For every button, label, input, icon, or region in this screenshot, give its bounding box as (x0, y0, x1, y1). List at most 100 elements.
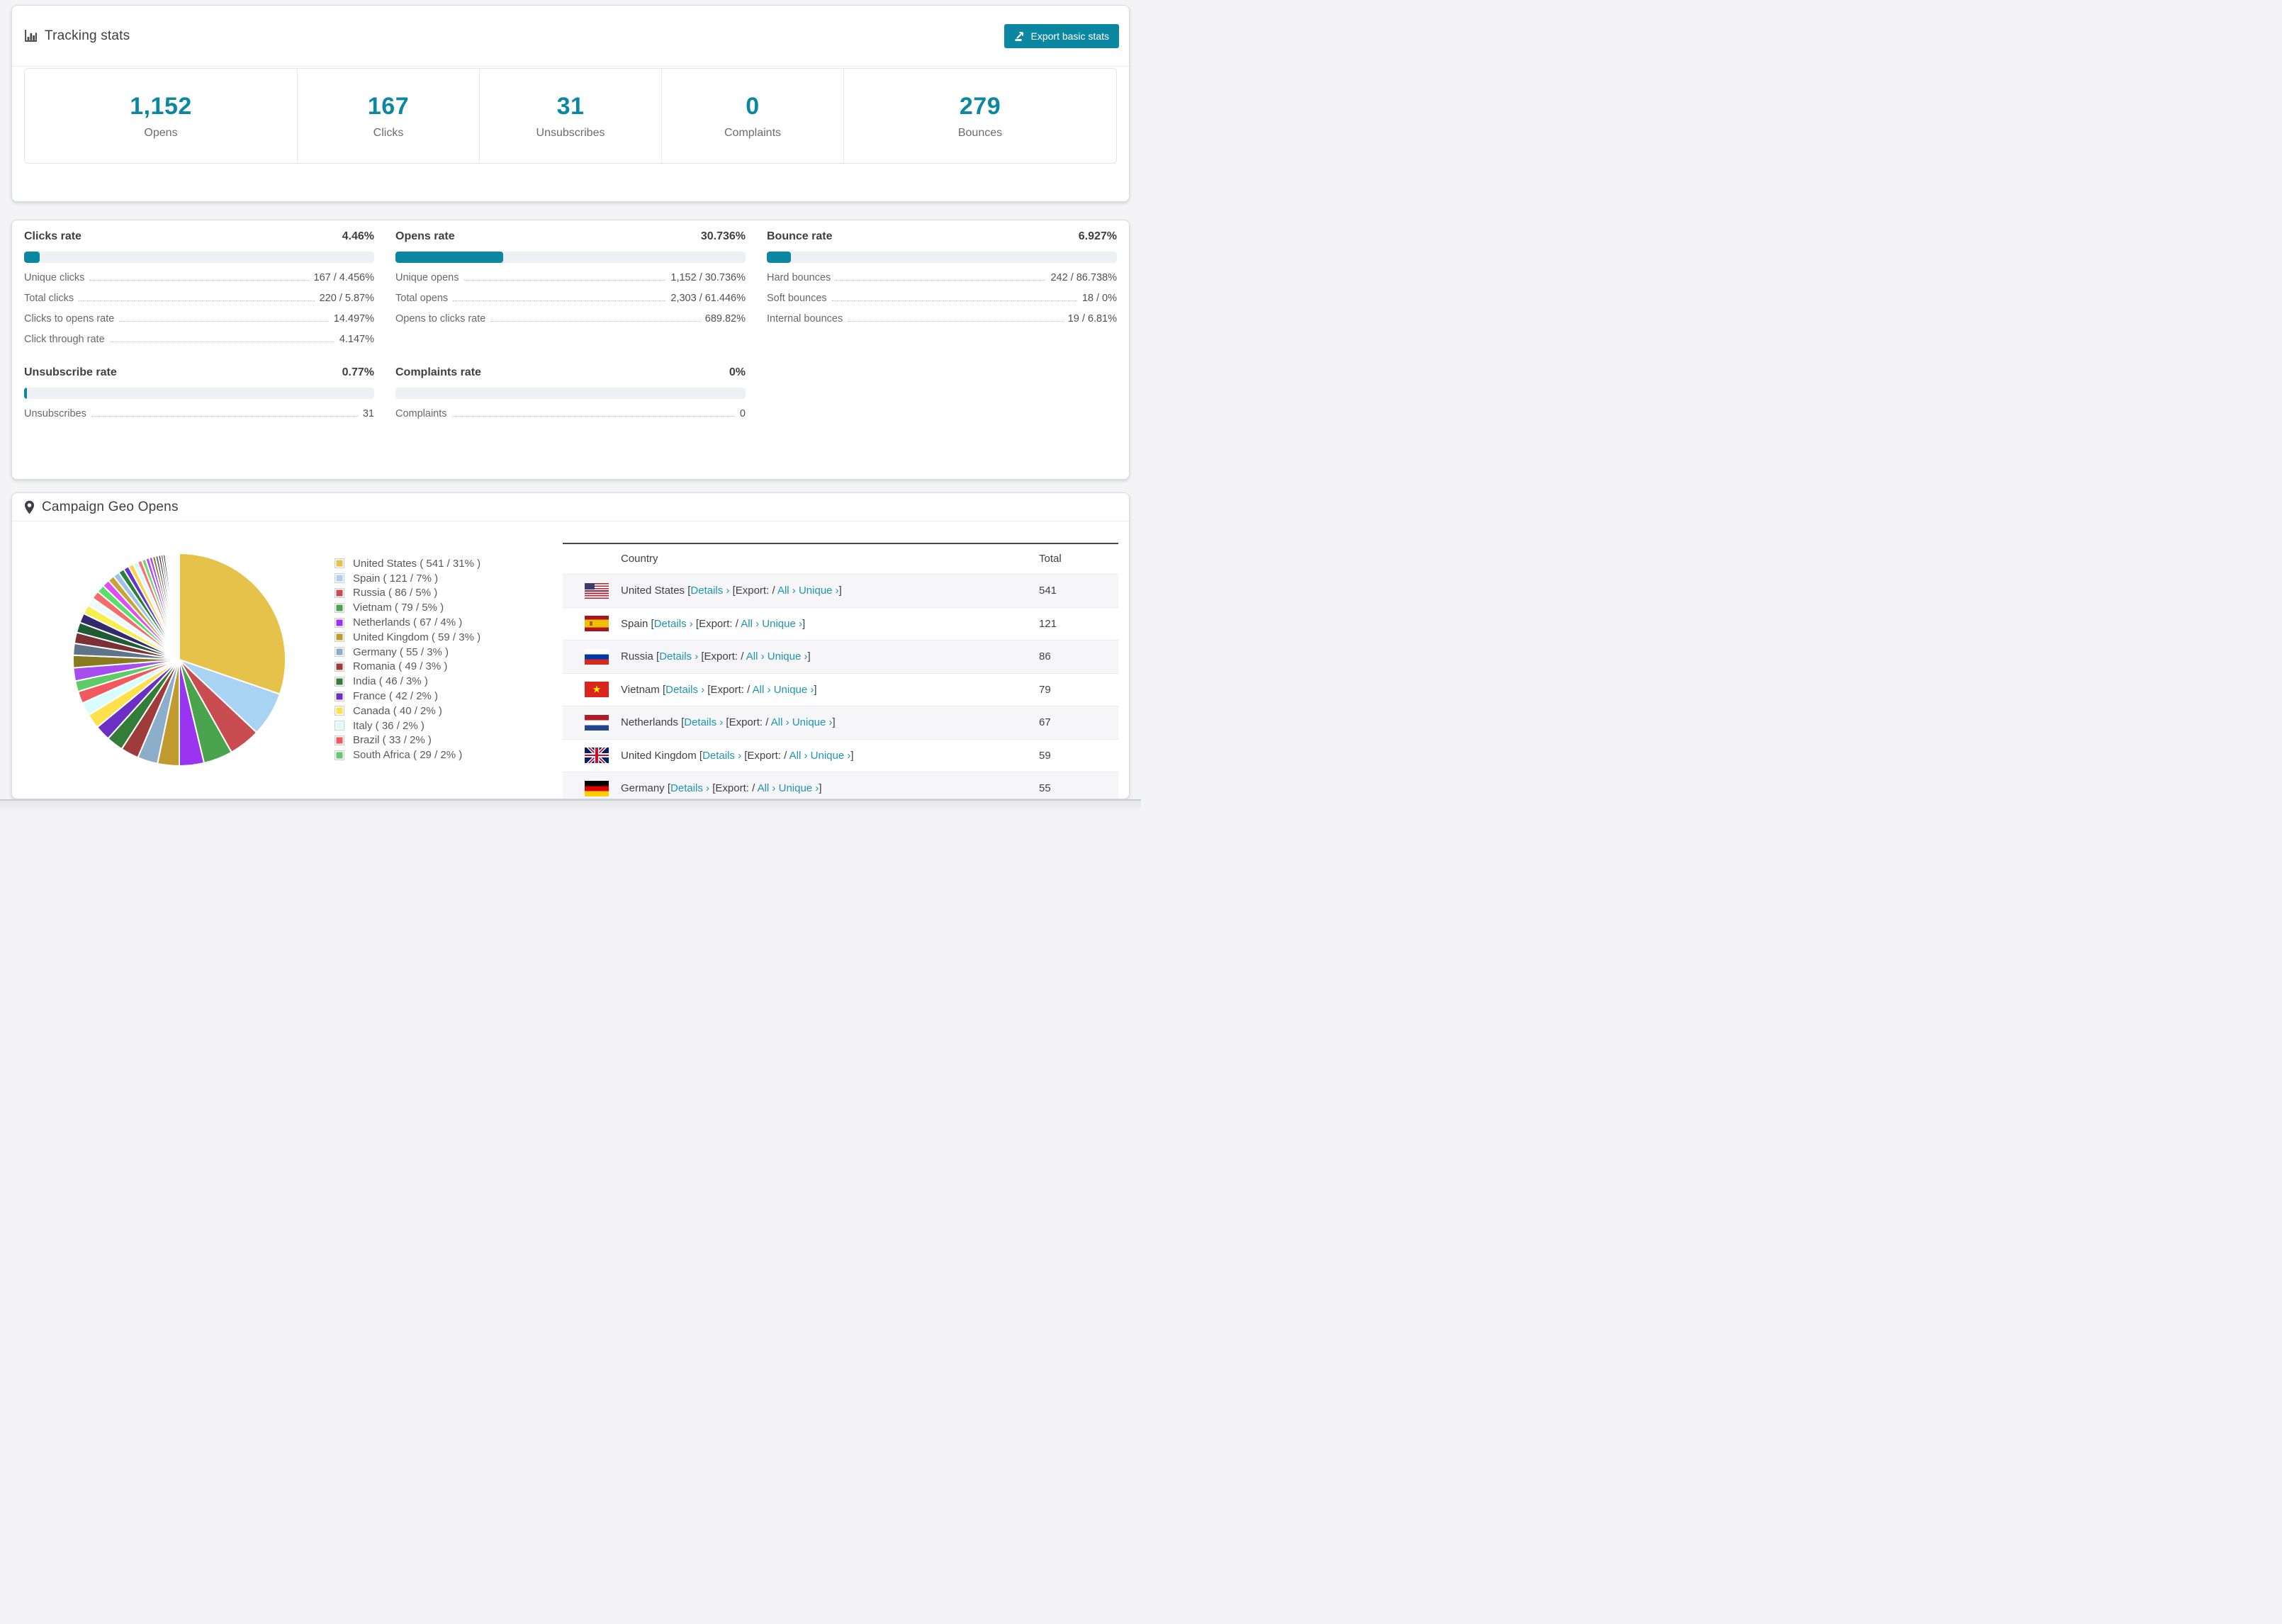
rate-section: Opens rate 30.736% Unique opens 1,152 / … (395, 230, 746, 345)
legend-label: Russia ( 86 / 5% ) (353, 587, 438, 599)
export-unique-link[interactable]: Unique › (792, 716, 833, 728)
export-basic-stats-button[interactable]: Export basic stats (1004, 23, 1119, 48)
export-all-link[interactable]: All › (758, 782, 776, 794)
legend-item[interactable]: France ( 42 / 2% ) (335, 689, 480, 704)
rate-stat-value: 689.82% (704, 313, 746, 325)
rate-value: 4.46% (342, 230, 374, 242)
export-all-link[interactable]: All › (746, 650, 765, 662)
bracket: [Export: (723, 716, 766, 729)
legend-label: Germany ( 55 / 3% ) (353, 645, 449, 658)
details-link[interactable]: Details › (690, 585, 729, 597)
export-unique-link[interactable]: Unique › (762, 618, 802, 630)
legend-swatch (335, 602, 344, 613)
details-link[interactable]: Details › (702, 750, 741, 762)
export-button-label: Export basic stats (1030, 30, 1110, 42)
rate-value: 30.736% (700, 230, 746, 242)
rate-stat-value: 18 / 0% (1081, 293, 1117, 304)
legend-label: Canada ( 40 / 2% ) (353, 704, 442, 717)
rate-stat-label: Internal bounces (767, 313, 843, 325)
legend-item[interactable]: Spain ( 121 / 7% ) (335, 571, 480, 586)
rate-progress-track (24, 388, 374, 399)
total-column-header: Total (1039, 553, 1062, 565)
export-all-link[interactable]: All › (789, 750, 808, 762)
export-unique-link[interactable]: Unique › (811, 750, 851, 762)
legend-label: South Africa ( 29 / 2% ) (353, 749, 463, 762)
legend-swatch (335, 661, 344, 672)
geo-table-row: United Kingdom [Details › [Export: / All… (563, 738, 1118, 772)
dotted-leader (463, 280, 666, 281)
viewport-bottom-strip (0, 799, 1141, 812)
rate-progress-fill (395, 252, 503, 263)
export-unique-link[interactable]: Unique › (774, 684, 814, 696)
rate-stat-label: Total opens (395, 293, 449, 304)
legend-item[interactable]: Canada ( 40 / 2% ) (335, 704, 480, 718)
legend-item[interactable]: United Kingdom ( 59 / 3% ) (335, 630, 480, 645)
export-unique-link[interactable]: Unique › (799, 585, 839, 597)
rate-stat-label: Unique clicks (24, 272, 85, 283)
rate-stat-row: Internal bounces 19 / 6.81% (767, 313, 1117, 325)
rate-stat-row: Soft bounces 18 / 0% (767, 293, 1117, 304)
legend-item[interactable]: Brazil ( 33 / 2% ) (335, 733, 480, 748)
export-icon (1015, 31, 1023, 41)
total-cell: 541 (1039, 585, 1057, 597)
legend-item[interactable]: Germany ( 55 / 3% ) (335, 645, 480, 660)
rate-stat-label: Complaints (395, 408, 447, 419)
bracket: ] (838, 585, 842, 597)
rate-stat-row: Complaints 0 (395, 408, 746, 419)
legend-item[interactable]: Vietnam ( 79 / 5% ) (335, 600, 480, 615)
geo-table-row: Spain [Details › [Export: / All › Unique… (563, 607, 1118, 641)
rates-grid-row1: Clicks rate 4.46% Unique clicks 167 / 4.… (24, 230, 1117, 345)
rate-title: Complaints rate (395, 366, 481, 378)
export-all-link[interactable]: All › (777, 585, 796, 597)
export-unique-link[interactable]: Unique › (779, 782, 819, 794)
details-link[interactable]: Details › (654, 618, 693, 630)
total-cell: 67 (1039, 716, 1051, 729)
rate-rows: Hard bounces 242 / 86.738% Soft bounces … (767, 272, 1117, 325)
export-all-link[interactable]: All › (771, 716, 789, 728)
country-cell: Germany [Details › [Export: / All › Uniq… (621, 782, 821, 794)
export-unique-link[interactable]: Unique › (768, 650, 808, 662)
rate-section: Clicks rate 4.46% Unique clicks 167 / 4.… (24, 230, 374, 345)
legend-swatch (335, 691, 344, 701)
export-prefix: / (747, 683, 753, 696)
rate-stat-label: Opens to clicks rate (395, 313, 486, 325)
legend-item[interactable]: Italy ( 36 / 2% ) (335, 718, 480, 733)
legend-label: Italy ( 36 / 2% ) (353, 719, 425, 732)
rate-stat-label: Unique opens (395, 272, 459, 283)
legend-swatch (335, 558, 344, 569)
rate-progress-track (395, 388, 746, 399)
legend-item[interactable]: Romania ( 49 / 3% ) (335, 660, 480, 675)
rate-stat-value: 242 / 86.738% (1050, 272, 1117, 283)
rate-stat-value: 1,152 / 30.736% (670, 272, 746, 283)
export-prefix: / (765, 716, 771, 729)
bracket: [Export: (729, 585, 772, 597)
details-link[interactable]: Details › (665, 684, 704, 696)
summary-box: 279 Bounces (843, 69, 1116, 163)
summary-row: 1,152 Opens 167 Clicks 31 Unsubscribes 0… (24, 68, 1117, 164)
legend-label: India ( 46 / 3% ) (353, 675, 428, 688)
rates-grid-row2: Unsubscribe rate 0.77% Unsubscribes 31 C… (24, 366, 1117, 419)
dotted-leader (451, 416, 735, 417)
dotted-leader (79, 300, 315, 301)
legend-item[interactable]: India ( 46 / 3% ) (335, 674, 480, 689)
export-prefix: / (741, 650, 746, 663)
details-link[interactable]: Details › (659, 650, 698, 662)
export-all-link[interactable]: All › (741, 618, 759, 630)
export-all-link[interactable]: All › (753, 684, 771, 696)
dotted-leader (89, 280, 309, 281)
geo-table-row: Vietnam [Details › [Export: / All › Uniq… (563, 672, 1118, 706)
legend-item[interactable]: Russia ( 86 / 5% ) (335, 586, 480, 601)
legend-item[interactable]: United States ( 541 / 31% ) (335, 556, 480, 571)
rate-stat-value: 14.497% (333, 313, 374, 325)
details-link[interactable]: Details › (670, 782, 709, 794)
legend-item[interactable]: South Africa ( 29 / 2% ) (335, 748, 480, 762)
legend-swatch (335, 721, 344, 731)
details-link[interactable]: Details › (684, 716, 723, 728)
geo-legend: United States ( 541 / 31% ) Spain ( 121 … (335, 556, 480, 762)
rates-wrap: Clicks rate 4.46% Unique clicks 167 / 4.… (12, 220, 1129, 419)
legend-item[interactable]: Netherlands ( 67 / 4% ) (335, 615, 480, 630)
summary-label: Unsubscribes (536, 126, 605, 139)
rate-title: Unsubscribe rate (24, 366, 117, 378)
rate-stat-row: Unique opens 1,152 / 30.736% (395, 272, 746, 283)
country-name: Netherlands (621, 716, 682, 729)
